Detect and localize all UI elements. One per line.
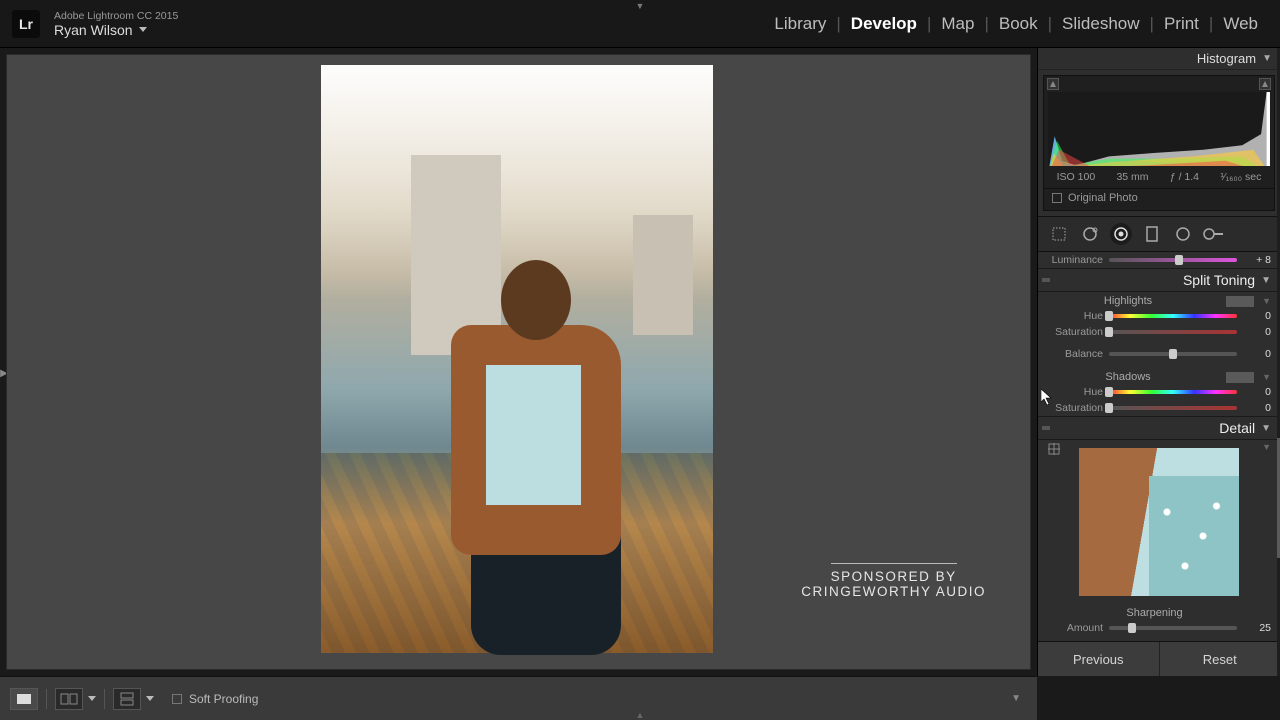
- watermark-overlay: SPONSORED BY CRINGEWORTHY AUDIO: [801, 563, 986, 599]
- filmstrip-expander[interactable]: ▲: [636, 710, 645, 720]
- highlights-label: Highlights: [1038, 295, 1218, 307]
- previous-button[interactable]: Previous: [1038, 642, 1159, 676]
- highlights-color-swatch[interactable]: [1226, 296, 1254, 307]
- detail-preview[interactable]: [1079, 448, 1239, 596]
- nav-slideshow[interactable]: Slideshow: [1052, 14, 1150, 34]
- shadows-hue-slider[interactable]: Hue 0: [1038, 384, 1280, 400]
- shadows-label: Shadows: [1038, 371, 1218, 383]
- chevron-down-icon[interactable]: ▼: [1262, 296, 1271, 306]
- panel-toggle-icon[interactable]: [1042, 426, 1050, 430]
- photo-preview: [321, 65, 713, 653]
- nav-develop[interactable]: Develop: [841, 14, 927, 34]
- detail-target-icon[interactable]: [1048, 442, 1060, 454]
- shadows-color-swatch[interactable]: [1226, 372, 1254, 383]
- top-panel-expander[interactable]: ▼: [636, 0, 645, 11]
- histogram-title: Histogram: [1197, 51, 1256, 66]
- nav-library[interactable]: Library: [764, 14, 836, 34]
- loupe-view[interactable]: SPONSORED BY CRINGEWORTHY AUDIO: [6, 54, 1031, 670]
- chevron-down-icon[interactable]: ▼: [1262, 442, 1271, 452]
- luminance-slider[interactable]: Luminance + 8: [1038, 252, 1280, 268]
- shadows-saturation-slider[interactable]: Saturation 0: [1038, 400, 1280, 416]
- before-after-tb-button[interactable]: [113, 688, 141, 710]
- original-photo-checkbox[interactable]: [1052, 193, 1062, 203]
- user-name: Ryan Wilson: [54, 22, 133, 38]
- app-title: Adobe Lightroom CC 2015: [54, 10, 178, 22]
- soft-proofing-label: Soft Proofing: [189, 692, 258, 706]
- toolbar-options-icon[interactable]: ▼: [1011, 693, 1027, 704]
- radial-filter-tool[interactable]: [1172, 223, 1194, 245]
- histogram-header[interactable]: Histogram ▼: [1038, 48, 1280, 70]
- panel-toggle-icon[interactable]: [1042, 278, 1050, 282]
- sharpening-amount-slider[interactable]: Amount 25: [1038, 620, 1280, 634]
- app-logo: Lr: [12, 10, 40, 38]
- histogram-shutter: ¹⁄₁₆₀₀ sec: [1220, 171, 1261, 183]
- chevron-down-icon: ▼: [1262, 53, 1272, 64]
- highlights-hue-slider[interactable]: Hue 0: [1038, 308, 1280, 324]
- nav-print[interactable]: Print: [1154, 14, 1209, 34]
- chevron-down-icon[interactable]: [146, 696, 154, 701]
- soft-proofing-checkbox[interactable]: [172, 694, 182, 704]
- detail-header[interactable]: Detail ▼: [1038, 416, 1280, 440]
- chevron-down-icon[interactable]: [88, 696, 96, 701]
- nav-map[interactable]: Map: [931, 14, 984, 34]
- before-after-lr-button[interactable]: [55, 688, 83, 710]
- histogram-panel: ISO 100 35 mm ƒ / 1.4 ¹⁄₁₆₀₀ sec Origina…: [1043, 75, 1275, 211]
- chevron-down-icon: ▼: [1261, 275, 1271, 286]
- histogram-graph[interactable]: [1048, 92, 1270, 166]
- histogram-aperture: ƒ / 1.4: [1170, 171, 1199, 183]
- chevron-down-icon[interactable]: ▼: [1262, 372, 1271, 382]
- split-toning-header[interactable]: Split Toning ▼: [1038, 268, 1280, 292]
- identity-plate[interactable]: Ryan Wilson: [54, 22, 178, 38]
- module-nav: Library| Develop| Map| Book| Slideshow| …: [764, 14, 1268, 34]
- nav-web[interactable]: Web: [1213, 14, 1268, 34]
- highlight-clipping-toggle[interactable]: [1259, 78, 1271, 90]
- chevron-down-icon: [139, 27, 147, 32]
- highlights-saturation-slider[interactable]: Saturation 0: [1038, 324, 1280, 340]
- chevron-down-icon: ▼: [1261, 423, 1271, 434]
- graduated-filter-tool[interactable]: [1141, 223, 1163, 245]
- nav-book[interactable]: Book: [989, 14, 1048, 34]
- shadow-clipping-toggle[interactable]: [1047, 78, 1059, 90]
- reset-button[interactable]: Reset: [1159, 642, 1280, 676]
- right-panel: Histogram ▼ ISO 100 35 mm: [1037, 48, 1280, 676]
- balance-slider[interactable]: Balance 0: [1038, 346, 1280, 362]
- develop-toolstrip: [1038, 216, 1280, 252]
- cursor-icon: [1041, 389, 1053, 405]
- histogram-iso: ISO 100: [1057, 171, 1096, 183]
- toolbar-footer: Soft Proofing ▼: [0, 676, 1037, 720]
- adjustment-brush-tool[interactable]: [1203, 223, 1225, 245]
- crop-tool[interactable]: [1048, 223, 1070, 245]
- original-photo-label: Original Photo: [1068, 192, 1138, 204]
- redeye-tool[interactable]: [1110, 223, 1132, 245]
- histogram-focal: 35 mm: [1116, 171, 1148, 183]
- loupe-view-button[interactable]: [10, 688, 38, 710]
- sharpening-label: Sharpening: [1038, 607, 1271, 619]
- spot-removal-tool[interactable]: [1079, 223, 1101, 245]
